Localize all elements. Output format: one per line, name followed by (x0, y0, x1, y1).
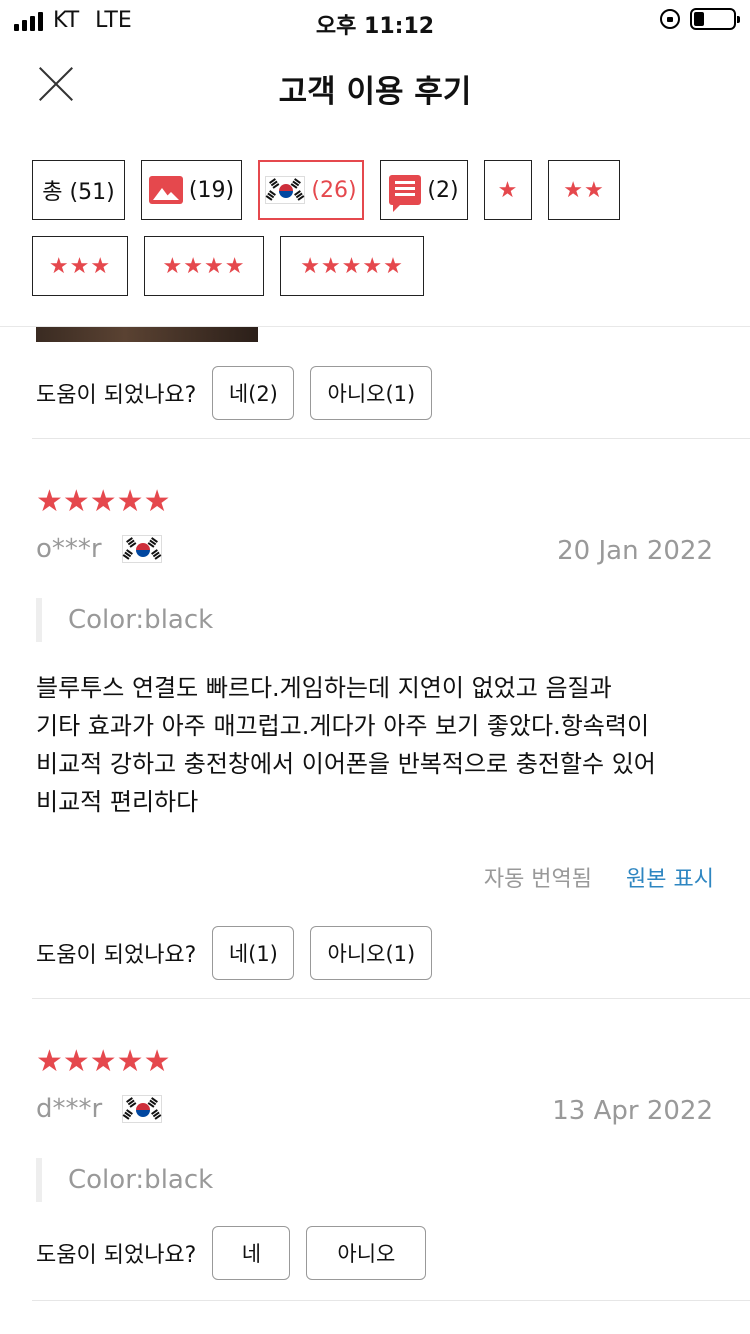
helpful-section: 도움이 되었나요? 네(2) 아니오(1) (36, 366, 448, 420)
review-username: d***r (36, 1094, 103, 1124)
helpful-yes-button[interactable]: 네 (212, 1226, 291, 1280)
helpful-no-button[interactable]: 아니오(1) (310, 926, 433, 980)
filter-korea-count: (26) (311, 177, 357, 203)
korea-flag-icon (121, 535, 162, 563)
review-divider (32, 1300, 750, 1301)
korea-flag-icon (265, 176, 306, 204)
star-rating-1: ★ (497, 177, 519, 203)
review-divider (32, 438, 750, 439)
helpful-section: 도움이 되었나요? 네 아니오 (36, 1226, 442, 1280)
review-variant: Color:black (36, 1158, 213, 1202)
rotation-lock-icon (660, 9, 680, 29)
star-rating-3: ★★★ (48, 253, 112, 279)
review-text-line: 블루투스 연결도 빠르다.게임하는데 지연이 없었고 음질과 (36, 674, 612, 702)
korea-flag-icon (122, 1095, 163, 1123)
filter-all[interactable]: 총 (51) (32, 160, 125, 220)
helpful-question: 도움이 되었나요? (36, 383, 197, 408)
helpful-no-button[interactable]: 아니오 (306, 1226, 427, 1280)
star-rating-5: ★★★★★ (300, 253, 404, 279)
comment-icon (389, 175, 422, 212)
review-stars: ★★★★★ (36, 1044, 171, 1079)
filter-comment[interactable]: (2) (380, 160, 468, 220)
review-text-line: 기타 효과가 아주 매끄럽고.게다가 아주 보기 좋았다.항속력이 (36, 712, 650, 740)
review-user: d***r (36, 1094, 163, 1124)
review-photo[interactable] (36, 327, 258, 342)
translation-info: 자동 번역됨 원본 표시 (484, 861, 714, 893)
status-right (660, 8, 740, 30)
review-date: 20 Jan 2022 (557, 536, 713, 566)
filter-3-star[interactable]: ★★★ (32, 236, 128, 296)
page-title: 고객 이용 후기 (278, 74, 472, 110)
filter-5-star[interactable]: ★★★★★ (280, 236, 424, 296)
status-bar: KT LTE 오후 11:12 (0, 0, 750, 40)
filter-comment-count: (2) (427, 177, 459, 203)
filter-photo[interactable]: (19) (141, 160, 242, 220)
helpful-question: 도움이 되었나요? (36, 1243, 197, 1268)
show-original-link[interactable]: 원본 표시 (626, 861, 714, 893)
helpful-question: 도움이 되었나요? (36, 943, 197, 968)
helpful-yes-button[interactable]: 네(1) (212, 926, 295, 980)
review-date: 13 Apr 2022 (552, 1096, 713, 1126)
star-rating-2: ★★ (563, 177, 605, 203)
review-text: 블루투스 연결도 빠르다.게임하는데 지연이 없었고 음질과 기타 효과가 아주… (36, 669, 726, 821)
status-time: 오후 11:12 (315, 14, 435, 39)
header: 고객 이용 후기 (0, 40, 750, 128)
battery-icon (690, 8, 740, 30)
review-stars: ★★★★★ (36, 484, 171, 519)
auto-translated-label: 자동 번역됨 (483, 867, 593, 892)
filter-2-star[interactable]: ★★ (548, 160, 620, 220)
review-divider (32, 998, 750, 999)
filter-korea[interactable]: (26) (258, 160, 364, 220)
photo-icon (148, 176, 183, 204)
helpful-section: 도움이 되었나요? 네(1) 아니오(1) (36, 926, 448, 980)
helpful-yes-button[interactable]: 네(2) (212, 366, 295, 420)
filter-photo-count: (19) (188, 177, 235, 203)
filter-4-star[interactable]: ★★★★ (144, 236, 264, 296)
review-text-line: 비교적 편리하다 (36, 788, 199, 816)
filter-1-star[interactable]: ★ (484, 160, 532, 220)
helpful-no-button[interactable]: 아니오(1) (310, 366, 433, 420)
review-username: o***r (36, 534, 102, 564)
review-user: o***r (36, 534, 162, 564)
star-rating-4: ★★★★ (162, 253, 246, 279)
review-variant: Color:black (36, 598, 213, 642)
review-text-line: 비교적 강하고 충전창에서 이어폰을 반복적으로 충전할수 있어 (36, 750, 656, 778)
